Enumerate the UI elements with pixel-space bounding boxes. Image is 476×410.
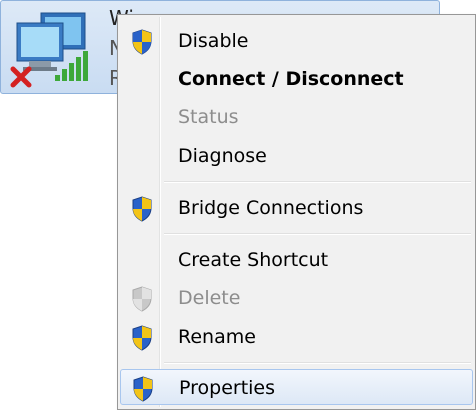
menu-separator [164,362,471,364]
menu-separator [164,181,471,183]
menu-item-label: Connect / Disconnect [178,68,404,90]
uac-shield-icon [132,196,152,222]
menu-item-label: Disable [178,30,249,52]
menu-item-rename[interactable]: Rename [120,319,473,355]
menu-item-properties[interactable]: Properties [120,369,473,405]
disconnected-x-icon [10,66,32,88]
menu-item-create-shortcut[interactable]: Create Shortcut [120,242,473,278]
menu-item-delete[interactable]: Delete [120,280,473,316]
menu-item-diagnose[interactable]: Diagnose [120,138,473,174]
uac-shield-icon-disabled [132,286,152,312]
context-menu: Disable Connect / Disconnect Status Diag… [117,14,476,410]
uac-shield-icon [132,325,152,351]
menu-item-label: Delete [178,287,241,309]
menu-separator [164,233,471,235]
menu-item-label: Diagnose [178,145,267,167]
menu-item-disable[interactable]: Disable [120,23,473,59]
menu-item-label: Properties [179,377,276,399]
menu-item-label: Status [178,106,239,128]
menu-item-label: Create Shortcut [178,249,329,271]
menu-item-status[interactable]: Status [120,99,473,135]
menu-item-connect-disconnect[interactable]: Connect / Disconnect [120,61,473,97]
menu-item-label: Bridge Connections [178,197,364,219]
uac-shield-icon [132,29,152,55]
uac-shield-icon [133,376,153,402]
menu-item-bridge-connections[interactable]: Bridge Connections [120,190,473,226]
menu-item-label: Rename [178,326,256,348]
